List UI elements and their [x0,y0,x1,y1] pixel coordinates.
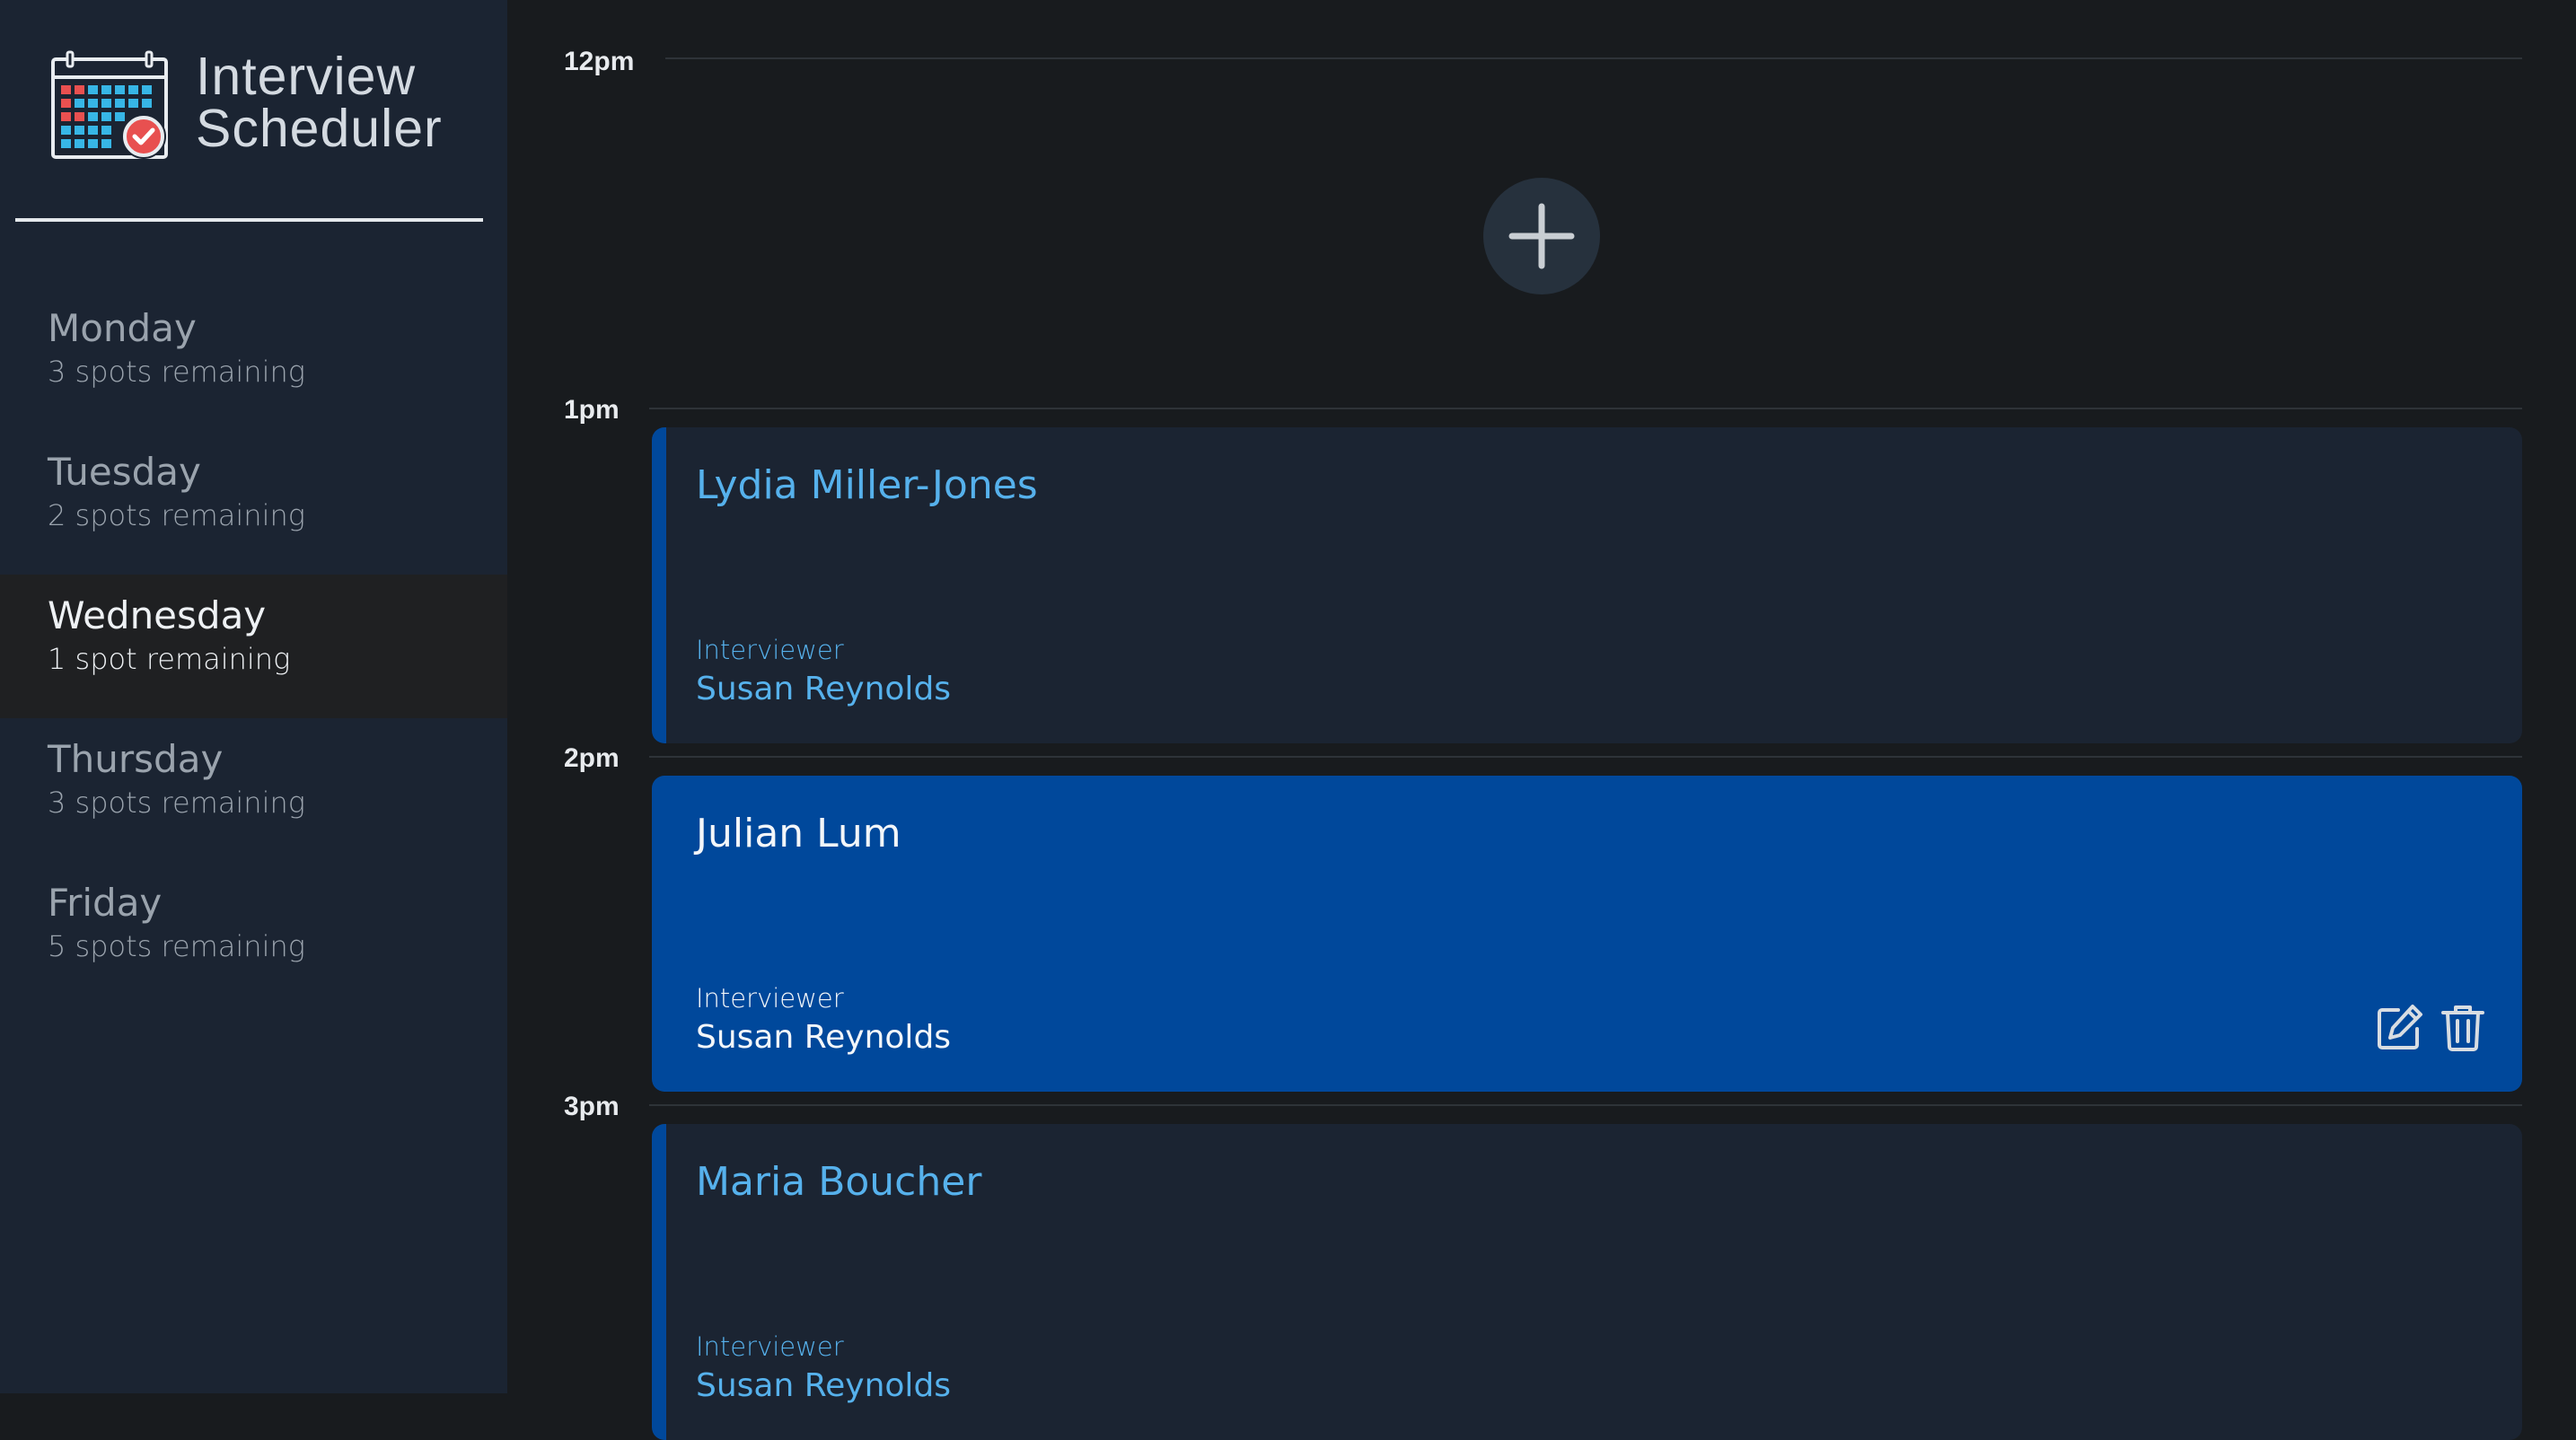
day-item-tuesday[interactable]: Tuesday 2 spots remaining [0,431,507,575]
time-divider [649,408,2522,409]
time-slot-2pm: 2pm Julian Lum Interviewer Susan Reynold… [507,743,2576,1092]
day-item-friday[interactable]: Friday 5 spots remaining [0,862,507,1005]
app-title: Interview Scheduler [196,47,443,158]
day-spots-remaining: 3 spots remaining [48,355,305,389]
day-spots-remaining: 5 spots remaining [48,929,305,963]
interviewer-name: Susan Reynolds [696,671,952,707]
interviewer-name: Susan Reynolds [696,1367,952,1404]
interviewer-label: Interviewer [696,1331,844,1362]
day-spots-remaining: 1 spot remaining [48,642,291,676]
appointment-actions [2375,1002,2486,1052]
day-item-monday[interactable]: Monday 3 spots remaining [0,287,507,431]
day-name: Wednesday [48,593,267,637]
student-name: Julian Lum [696,811,901,856]
appointment-card[interactable]: Maria Boucher Interviewer Susan Reynolds [652,1124,2522,1440]
interviewer-name: Susan Reynolds [696,1019,952,1056]
day-item-thursday[interactable]: Thursday 3 spots remaining [0,718,507,862]
edit-icon[interactable] [2375,1002,2425,1052]
time-label: 12pm [564,47,635,76]
day-name: Friday [48,881,163,925]
sidebar: Interview Scheduler Monday 3 spots remai… [0,0,507,1393]
interviewer-label: Interviewer [696,983,844,1014]
appointment-card[interactable]: Lydia Miller-Jones Interviewer Susan Rey… [652,427,2522,743]
day-spots-remaining: 2 spots remaining [48,498,305,532]
interviewer-label: Interviewer [696,635,844,665]
time-label: 2pm [564,743,620,773]
time-divider [649,756,2522,758]
sidebar-divider [15,218,483,222]
app-title-line-2: Scheduler [196,99,443,158]
schedule: 12pm 1pm Lydia Miller-Jones Interviewer … [507,0,2576,1440]
time-divider [665,57,2522,59]
time-divider [649,1104,2522,1106]
time-slot-3pm: 3pm Maria Boucher Interviewer Susan Reyn… [507,1092,2576,1440]
day-list: Monday 3 spots remaining Tuesday 2 spots… [0,287,507,1005]
day-spots-remaining: 3 spots remaining [48,786,305,820]
appointment-card[interactable]: Julian Lum Interviewer Susan Reynolds [652,776,2522,1092]
calendar-check-icon [51,50,168,159]
day-name: Tuesday [48,450,201,494]
time-label: 3pm [564,1092,620,1121]
time-slot-1pm: 1pm Lydia Miller-Jones Interviewer Susan… [507,395,2576,743]
brand: Interview Scheduler [50,50,481,162]
day-name: Monday [48,306,197,350]
day-name: Thursday [48,737,224,781]
trash-icon[interactable] [2438,1002,2488,1052]
time-label: 1pm [564,395,620,425]
time-slot-12pm: 12pm [507,0,2576,395]
app-title-line-1: Interview [196,47,417,106]
add-appointment-button[interactable] [1483,178,1600,294]
plus-icon [1508,203,1575,269]
day-item-wednesday[interactable]: Wednesday 1 spot remaining [0,575,507,718]
student-name: Lydia Miller-Jones [696,462,1038,508]
student-name: Maria Boucher [696,1159,982,1205]
